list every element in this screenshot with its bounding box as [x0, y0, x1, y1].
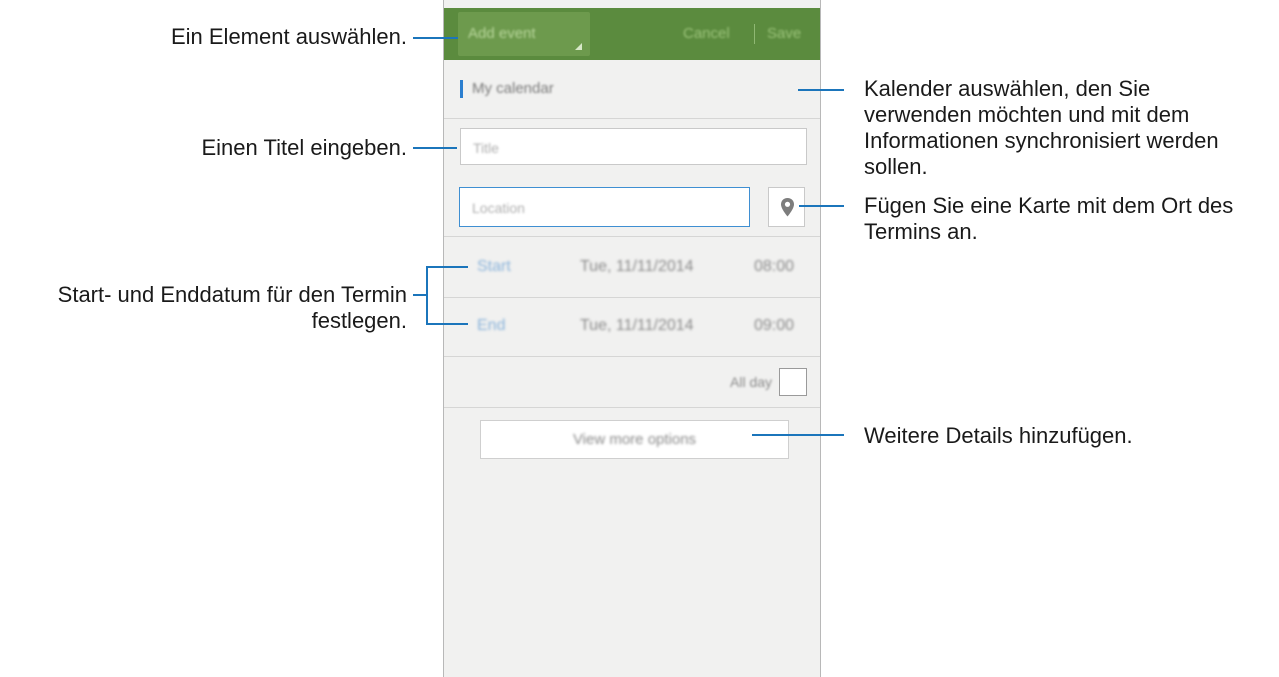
- callout-line: [413, 37, 458, 39]
- callout-line: [752, 434, 844, 436]
- callout-line: [413, 294, 427, 296]
- title-placeholder: Title: [473, 140, 499, 156]
- view-more-options-label: View more options: [572, 431, 697, 448]
- end-label: End: [477, 317, 506, 334]
- action-divider: [754, 24, 755, 44]
- title-input[interactable]: Title: [460, 128, 807, 165]
- cancel-button[interactable]: Cancel: [683, 25, 730, 42]
- callout-select-item: Ein Element auswählen.: [170, 24, 407, 49]
- location-placeholder: Location: [472, 200, 525, 216]
- divider: [444, 407, 820, 408]
- callout-calendar-line: sollen.: [864, 154, 928, 179]
- callout-line: [798, 89, 844, 91]
- phone-screen: Add event Cancel Save My calendar Title …: [443, 0, 821, 677]
- all-day-checkbox[interactable]: [779, 368, 807, 396]
- map-pin-icon: [781, 198, 794, 217]
- callout-line: [426, 266, 428, 325]
- callout-line: [426, 266, 468, 268]
- callout-line: [426, 323, 468, 325]
- callout-dates-line: Start- und Enddatum für den Termin: [57, 282, 407, 307]
- save-button[interactable]: Save: [767, 25, 801, 42]
- location-input[interactable]: Location: [459, 187, 750, 227]
- callout-line: [413, 147, 457, 149]
- callout-map: Fügen Sie eine Karte mit dem Ort des Ter…: [864, 193, 1233, 245]
- callout-calendar-line: Informationen synchronisiert werden: [864, 128, 1219, 153]
- callout-map-line: Termins an.: [864, 219, 978, 244]
- callout-calendar-line: Kalender auswählen, den Sie: [864, 76, 1151, 101]
- start-time[interactable]: 08:00: [754, 258, 794, 276]
- calendar-name: My calendar: [472, 80, 554, 97]
- callout-dates-line: festlegen.: [311, 308, 407, 333]
- callout-dates: Start- und Enddatum für den Termin festl…: [58, 282, 407, 334]
- callout-title: Einen Titel eingeben.: [201, 135, 408, 160]
- callout-map-line: Fügen Sie eine Karte mit dem Ort des: [864, 193, 1234, 218]
- calendar-selector[interactable]: My calendar: [444, 60, 820, 119]
- action-bar: Add event Cancel Save: [444, 8, 820, 60]
- callout-calendar: Kalender auswählen, den Sie verwenden mö…: [864, 76, 1219, 180]
- map-location-button[interactable]: [768, 187, 805, 227]
- divider: [444, 356, 820, 357]
- calendar-color-bar: [460, 80, 463, 98]
- add-event-dropdown[interactable]: Add event: [458, 12, 590, 56]
- divider: [444, 297, 820, 298]
- all-day-label: All day: [730, 374, 773, 390]
- dropdown-corner-icon: [575, 43, 582, 50]
- callout-details: Weitere Details hinzufügen.: [864, 423, 1133, 448]
- callout-calendar-line: verwenden möchten und mit dem: [864, 102, 1190, 127]
- add-event-label: Add event: [468, 25, 536, 42]
- divider: [444, 236, 820, 237]
- end-time[interactable]: 09:00: [754, 317, 794, 335]
- start-date[interactable]: Tue, 11/11/2014: [580, 258, 694, 276]
- end-date[interactable]: Tue, 11/11/2014: [580, 317, 694, 335]
- start-label: Start: [477, 258, 511, 275]
- view-more-options-button[interactable]: View more options: [480, 420, 789, 459]
- callout-line: [799, 205, 844, 207]
